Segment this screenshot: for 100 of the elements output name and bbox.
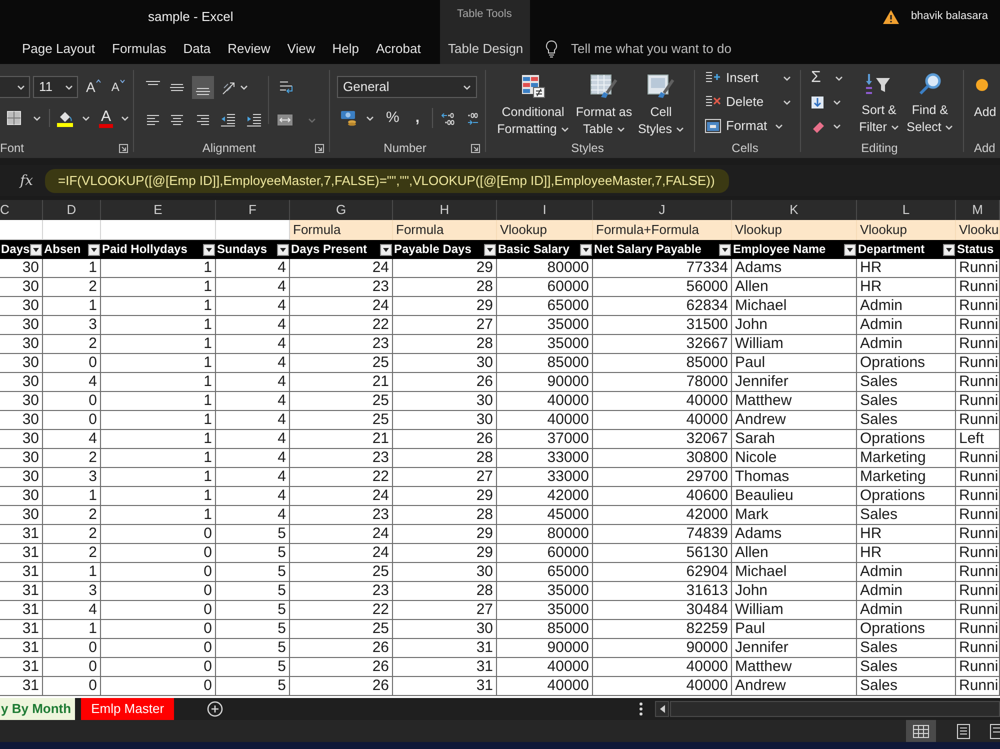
vertical-ellipsis-icon[interactable]	[639, 702, 643, 716]
ribbon-tab[interactable]: Table Design	[448, 38, 524, 58]
caret-down-icon[interactable]	[65, 84, 73, 90]
increase-indent-icon[interactable]	[246, 113, 262, 127]
table-cell: 0	[43, 677, 101, 696]
caret-down-icon[interactable]	[834, 76, 843, 80]
accounting-format-icon[interactable]	[340, 110, 358, 126]
launcher-icon[interactable]	[471, 144, 480, 152]
caret-down-icon[interactable]	[783, 100, 791, 104]
table-cell: 3	[43, 582, 101, 601]
format-cells-button[interactable]: Format	[705, 114, 791, 138]
ribbon-tab[interactable]: Page Layout	[22, 38, 96, 58]
percent-button[interactable]: %	[386, 110, 400, 126]
table-cell: 28	[393, 278, 497, 297]
insert-function-button[interactable]: fx	[20, 172, 34, 188]
caret-down-icon[interactable]	[17, 84, 25, 90]
orientation-icon[interactable]	[221, 80, 237, 96]
number-format-dropdown[interactable]: General	[337, 76, 477, 98]
caret-down-icon[interactable]	[616, 127, 625, 132]
font-size-dropdown[interactable]: 11	[33, 76, 78, 98]
filter-button[interactable]	[580, 244, 592, 256]
table-cell: 40000	[497, 677, 593, 696]
table-cell: Vlookup	[857, 220, 956, 240]
caret-down-icon[interactable]	[33, 116, 41, 120]
filter-button[interactable]	[943, 244, 955, 256]
fill-down-icon[interactable]	[811, 96, 824, 108]
ribbon-tab[interactable]: Acrobat	[376, 38, 421, 58]
table-cell: 40000	[497, 658, 593, 677]
find-select-button[interactable]: Find & Select	[905, 72, 955, 136]
sheet-tab[interactable]: Emlp Master	[81, 698, 174, 720]
table-cell: 77334	[593, 259, 732, 278]
caret-down-icon[interactable]	[560, 127, 569, 132]
table-cell: 4	[216, 373, 290, 392]
filter-button[interactable]	[380, 244, 392, 256]
sort-filter-button[interactable]: Sort & Filter	[854, 72, 904, 136]
decrease-indent-icon[interactable]	[220, 113, 236, 127]
table-cell: 29	[393, 259, 497, 278]
delete-cells-button[interactable]: Delete	[705, 90, 791, 114]
increase-decimal-icon[interactable]	[440, 112, 455, 124]
comma-style-button[interactable]: ,	[415, 110, 420, 126]
filter-button[interactable]	[88, 244, 100, 256]
column-header: Days	[1, 242, 30, 257]
format-as-table-button[interactable]: Format as Table	[574, 74, 634, 138]
caret-down-icon[interactable]	[82, 116, 90, 120]
fill-color-icon[interactable]	[56, 110, 74, 126]
caret-down-icon[interactable]	[890, 125, 899, 130]
autosum-button[interactable]: Σ	[811, 66, 853, 90]
plus-circle-icon[interactable]	[207, 701, 224, 717]
align-bottom-button[interactable]	[192, 76, 214, 99]
merge-cells-icon[interactable]	[277, 114, 293, 126]
filter-button[interactable]	[277, 244, 289, 256]
scroll-left-button[interactable]	[655, 701, 669, 717]
filter-button[interactable]	[30, 244, 42, 256]
table-cell: 26	[393, 373, 497, 392]
caret-down-icon[interactable]	[240, 85, 248, 90]
table-cell: Sales	[857, 506, 956, 525]
add-ins-button[interactable]: Add	[974, 78, 1000, 121]
ribbon-tab[interactable]: Review	[228, 38, 270, 58]
tell-me-field[interactable]: Tell me what you want to do	[571, 38, 771, 58]
insert-cells-button[interactable]: Insert	[705, 66, 791, 90]
caret-down-icon[interactable]	[775, 124, 784, 128]
table-cell: 2	[43, 506, 101, 525]
caret-down-icon[interactable]	[463, 84, 471, 90]
conditional-formatting-button[interactable]: Conditional Formatting	[495, 74, 571, 138]
sheet-tab[interactable]: y By Month	[0, 698, 76, 720]
table-cell: Sales	[857, 639, 956, 658]
filter-button[interactable]	[844, 244, 856, 256]
horizontal-scrollbar[interactable]	[670, 701, 1000, 717]
grow-font-button[interactable]: A	[86, 79, 102, 95]
normal-view-button[interactable]	[906, 720, 936, 742]
ribbon-tab[interactable]: Data	[183, 38, 211, 58]
table-cell: 23	[290, 449, 393, 468]
caret-down-icon[interactable]	[121, 116, 130, 120]
caret-down-icon[interactable]	[676, 127, 684, 132]
table-cell: Runni	[956, 487, 1000, 506]
caret-down-icon[interactable]	[783, 76, 791, 80]
borders-icon[interactable]	[7, 111, 21, 125]
ribbon-tab[interactable]: Help	[332, 38, 359, 58]
caret-down-icon	[722, 248, 728, 252]
ribbon-tab[interactable]: View	[287, 38, 316, 58]
ribbon-tab[interactable]: Formulas	[112, 38, 166, 58]
column-header: Department	[858, 242, 925, 257]
filter-button[interactable]	[484, 244, 496, 256]
table-cell: 5	[216, 601, 290, 620]
launcher-icon[interactable]	[315, 144, 324, 152]
shrink-font-button[interactable]: A	[111, 79, 126, 95]
wrap-text-icon[interactable]	[279, 80, 293, 96]
caret-down-icon[interactable]	[833, 124, 841, 128]
caret-down-icon[interactable]	[945, 125, 954, 130]
table-cell: 32667	[593, 335, 732, 354]
caret-down-icon[interactable]	[366, 116, 374, 120]
filter-button[interactable]	[719, 244, 731, 256]
launcher-icon[interactable]	[119, 144, 128, 152]
eraser-icon[interactable]	[811, 119, 826, 133]
table-cell: Sarah	[732, 430, 857, 449]
table-cell: 1	[101, 449, 216, 468]
cell-styles-button[interactable]: Cell Styles	[636, 74, 686, 138]
caret-down-icon[interactable]	[833, 100, 841, 104]
filter-button[interactable]	[203, 244, 215, 256]
font-color-button[interactable]: A	[99, 108, 114, 128]
